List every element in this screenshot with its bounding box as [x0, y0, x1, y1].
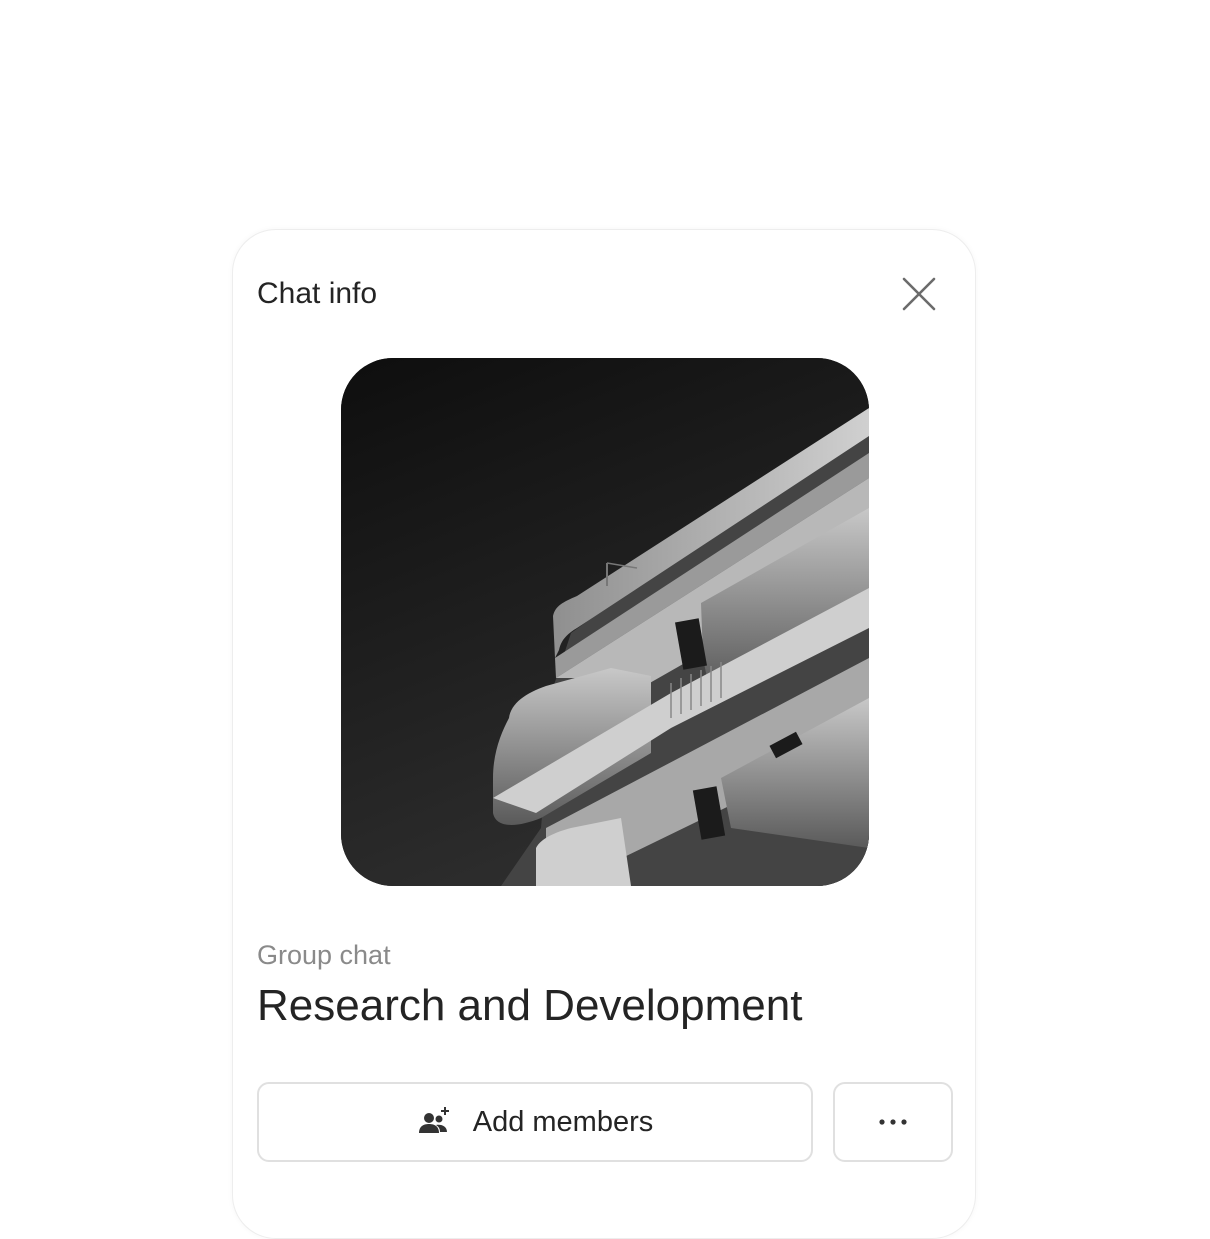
- more-options-button[interactable]: [833, 1082, 953, 1162]
- more-horizontal-icon: [878, 1118, 908, 1126]
- person-add-icon: [417, 1105, 451, 1139]
- group-avatar-image: [341, 358, 869, 886]
- close-button[interactable]: [897, 272, 941, 316]
- panel-title: Chat info: [257, 277, 378, 310]
- close-icon: [897, 272, 941, 316]
- chat-type-label: Group chat: [257, 940, 391, 970]
- chat-name: Research and Development: [257, 981, 803, 1030]
- chat-info-panel: Chat info Group chat Research and Develo…: [232, 229, 976, 1239]
- add-members-button[interactable]: Add members: [257, 1082, 813, 1162]
- add-members-label: Add members: [472, 1105, 654, 1138]
